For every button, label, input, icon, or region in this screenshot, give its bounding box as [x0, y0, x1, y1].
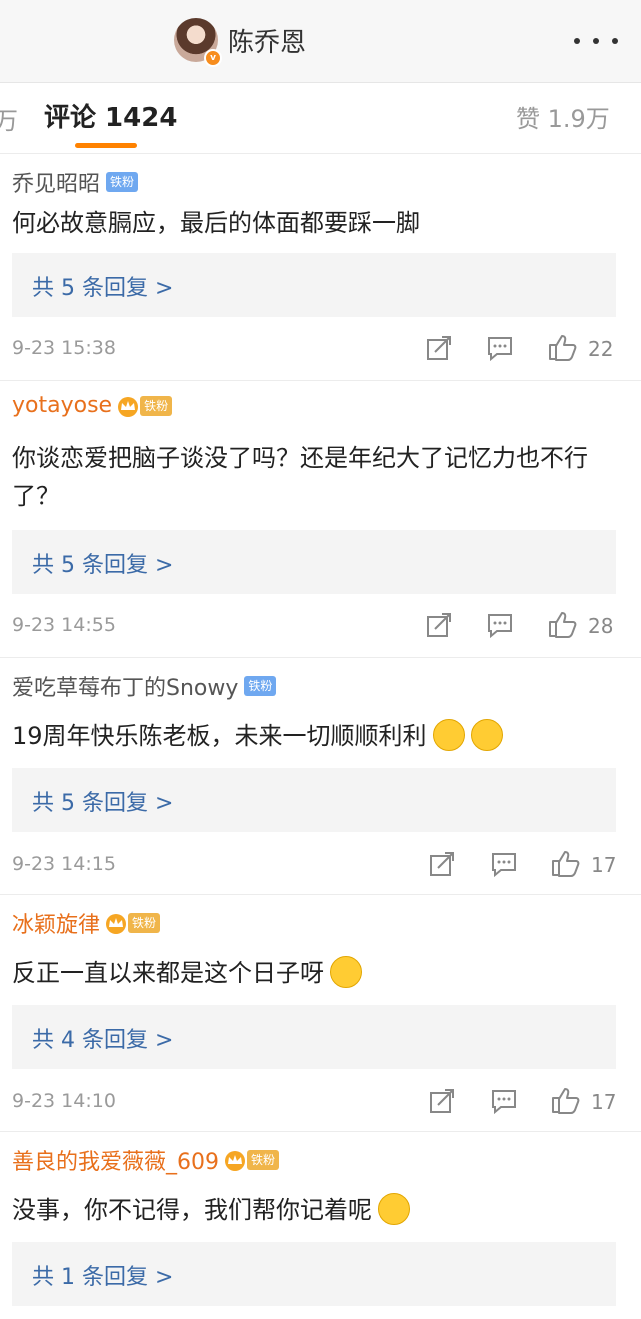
comment-text: 反正一直以来都是这个日子呀 — [12, 954, 612, 992]
fan-badge: 铁粉 — [247, 1150, 280, 1170]
comment-text: 你谈恋爱把脑子谈没了吗？还是年纪大了记忆力也不行了？ — [12, 444, 588, 510]
replies-button[interactable]: 共 5 条回复 > — [12, 768, 616, 832]
replies-label: 共 5 条回复 > — [32, 791, 174, 816]
comment-icon[interactable] — [491, 1088, 517, 1114]
comment-item: 乔见昭昭 铁粉 何必故意膈应，最后的体面都要踩一脚 共 5 条回复 > 9-23… — [0, 154, 641, 381]
share-icon[interactable] — [426, 612, 452, 638]
top-bar: v 陈乔恩 — [0, 0, 641, 83]
comment-username[interactable]: 乔见昭昭 — [12, 166, 100, 198]
share-icon[interactable] — [426, 335, 452, 361]
tab-bar: 万 评论 1424 赞 1.9万 — [0, 83, 641, 154]
comment-text-body: 没事，你不记得，我们帮你记着呢 — [12, 1196, 372, 1224]
comment-text-body: 19周年快乐陈老板，未来一切顺顺利利 — [12, 722, 427, 750]
comment-icon[interactable] — [491, 851, 517, 877]
like-count: 28 — [588, 614, 614, 638]
tab-likes[interactable]: 赞 1.9万 — [516, 99, 610, 134]
comment-username[interactable]: 善良的我爱薇薇_609 — [12, 1144, 219, 1176]
comment-time: 9-23 14:10 — [12, 1090, 116, 1112]
comment-item: yotayose 铁粉 你谈恋爱把脑子谈没了吗？还是年纪大了记忆力也不行了？ 共… — [0, 381, 641, 658]
thumbs-up-icon[interactable] — [551, 849, 581, 877]
comment-time: 9-23 14:15 — [12, 853, 116, 875]
replies-label: 共 1 条回复 > — [32, 1265, 174, 1290]
comment-user[interactable]: 爱吃草莓布丁的Snowy 铁粉 — [12, 670, 277, 702]
comment-user[interactable]: 冰颖旋律 铁粉 — [12, 907, 161, 939]
share-icon[interactable] — [429, 1088, 455, 1114]
comment-user[interactable]: 乔见昭昭 铁粉 — [12, 166, 139, 198]
replies-button[interactable]: 共 4 条回复 > — [12, 1005, 616, 1069]
like-count: 17 — [591, 1090, 617, 1114]
comment-time: 9-23 14:55 — [12, 614, 116, 636]
crown-icon — [118, 396, 139, 417]
fan-badge: 铁粉 — [244, 676, 277, 696]
comment-text-body: 反正一直以来都是这个日子呀 — [12, 959, 324, 987]
like-count: 17 — [591, 853, 617, 877]
thumbs-up-icon[interactable] — [551, 1086, 581, 1114]
comment-item: 冰颖旋律 铁粉 反正一直以来都是这个日子呀 共 4 条回复 > 9-23 14:… — [0, 895, 641, 1132]
more-icon[interactable] — [574, 38, 618, 44]
comment-text: 何必故意膈应，最后的体面都要踩一脚 — [12, 209, 420, 237]
comment-icon[interactable] — [487, 612, 513, 638]
crown-icon — [106, 914, 127, 934]
replies-label: 共 4 条回复 > — [32, 1028, 174, 1053]
tongue-emoji-icon — [330, 956, 362, 988]
thumbs-up-icon[interactable] — [548, 610, 578, 638]
tab-comments[interactable]: 评论 1424 — [44, 97, 177, 134]
comment-username[interactable]: 爱吃草莓布丁的Snowy — [12, 670, 238, 702]
comment-user[interactable]: yotayose 铁粉 — [12, 393, 173, 418]
replies-label: 共 5 条回复 > — [32, 276, 174, 301]
comment-username[interactable]: 冰颖旋律 — [12, 907, 100, 939]
tab-reposts[interactable]: 万 — [0, 101, 18, 136]
comment-text: 没事，你不记得，我们帮你记着呢 — [12, 1191, 612, 1229]
thinking-emoji-icon — [378, 1193, 410, 1225]
profile-username[interactable]: 陈乔恩 — [228, 22, 306, 59]
like-count: 22 — [588, 337, 614, 361]
comment-icon[interactable] — [487, 335, 513, 361]
share-icon[interactable] — [429, 851, 455, 877]
fan-badge: 铁粉 — [128, 913, 161, 933]
comment-text: 19周年快乐陈老板，未来一切顺顺利利 — [12, 717, 612, 755]
fan-badge: 铁粉 — [106, 172, 139, 192]
comment-item: 善良的我爱薇薇_609 铁粉 没事，你不记得，我们帮你记着呢 共 1 条回复 > — [0, 1132, 641, 1319]
blush-emoji-icon — [432, 719, 465, 751]
comment-item: 爱吃草莓布丁的Snowy 铁粉 19周年快乐陈老板，未来一切顺顺利利 共 5 条… — [0, 658, 641, 895]
comment-time: 9-23 15:38 — [12, 337, 116, 359]
replies-button[interactable]: 共 5 条回复 > — [12, 530, 616, 594]
replies-button[interactable]: 共 5 条回复 > — [12, 253, 616, 317]
crown-icon — [225, 1151, 245, 1171]
replies-label: 共 5 条回复 > — [32, 553, 174, 578]
verified-badge-icon: v — [204, 49, 222, 67]
tab-active-indicator — [75, 143, 137, 148]
fan-badge: 铁粉 — [140, 395, 173, 416]
comment-user[interactable]: 善良的我爱薇薇_609 铁粉 — [12, 1144, 280, 1176]
comment-username[interactable]: yotayose — [12, 393, 112, 418]
thumbs-up-icon[interactable] — [548, 333, 578, 361]
replies-button[interactable]: 共 1 条回复 > — [12, 1242, 616, 1306]
grin-emoji-icon — [470, 719, 503, 751]
